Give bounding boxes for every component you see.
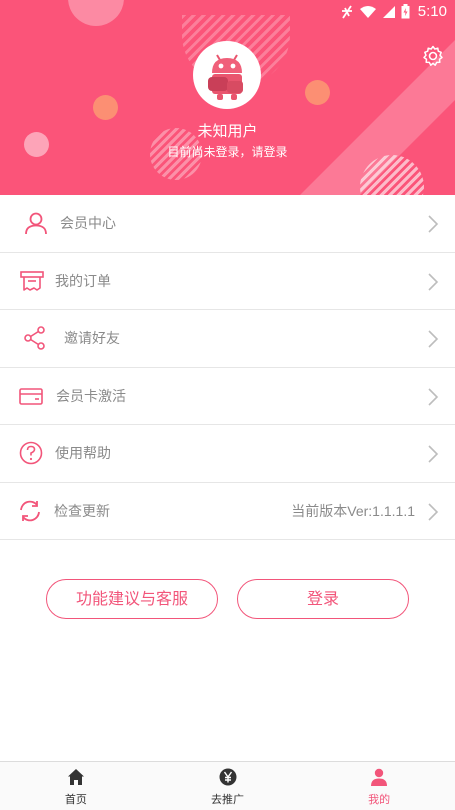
menu-item-invite-friends[interactable]: 邀请好友 xyxy=(0,310,455,368)
person-icon xyxy=(371,768,388,786)
chevron-right-icon xyxy=(428,272,439,291)
no-signal-icon xyxy=(341,5,352,18)
menu-label: 使用帮助 xyxy=(55,446,111,463)
battery-icon xyxy=(401,4,410,19)
nav-label: 我的 xyxy=(368,793,391,806)
menu-label: 会员中心 xyxy=(60,216,116,233)
yen-icon xyxy=(219,768,236,786)
help-icon xyxy=(19,441,43,465)
user-icon xyxy=(25,212,47,235)
menu-label: 检查更新 xyxy=(54,503,110,520)
nav-label: 首页 xyxy=(64,793,87,806)
menu-item-card-activation[interactable]: 会员卡激活 xyxy=(0,367,455,425)
nav-label: 去推广 xyxy=(211,793,244,806)
chevron-right-icon xyxy=(428,387,439,406)
status-bar: 5:10 xyxy=(0,0,455,25)
username: 未知用户 xyxy=(197,122,258,140)
chevron-right-icon xyxy=(428,215,439,233)
menu-item-my-orders[interactable]: 我的订单 xyxy=(0,252,455,310)
decor-circle xyxy=(93,95,118,120)
feedback-button[interactable]: 功能建议与客服 xyxy=(46,579,218,619)
menu-label: 会员卡激活 xyxy=(56,388,126,405)
chevron-right-icon xyxy=(428,330,439,348)
cell-signal-icon xyxy=(382,5,395,18)
status-time: 5:10 xyxy=(417,3,447,20)
profile-header: 5:10 未知用户 目前尚未登录，请登录 xyxy=(0,0,455,195)
tab-mine[interactable]: 我的 xyxy=(303,762,455,810)
receipt-icon xyxy=(20,270,44,291)
chevron-right-icon xyxy=(428,445,439,463)
profile-screen: 5:10 未知用户 目前尚未登录，请登录 会员中心 我的订单 邀请好友 会员卡激… xyxy=(0,0,455,810)
menu-label: 邀请好友 xyxy=(64,331,120,348)
menu-list: 会员中心 我的订单 邀请好友 会员卡激活 使用帮助 检查更新 当前版本Ver:1… xyxy=(0,195,455,540)
menu-label: 我的订单 xyxy=(55,273,111,290)
refresh-icon xyxy=(20,500,40,521)
menu-item-help[interactable]: 使用帮助 xyxy=(0,425,455,483)
tab-promote[interactable]: 去推广 xyxy=(152,762,304,810)
version-text: 当前版本Ver:1.1.1.1 xyxy=(291,502,415,519)
android-mascot-icon xyxy=(208,54,243,100)
avatar[interactable] xyxy=(193,41,261,109)
menu-item-member-center[interactable]: 会员中心 xyxy=(0,195,455,253)
chevron-right-icon xyxy=(428,502,439,521)
bottom-nav: 首页 去推广 我的 xyxy=(0,761,455,810)
share-icon xyxy=(24,326,45,351)
login-button[interactable]: 登录 xyxy=(237,579,409,619)
settings-gear-icon[interactable] xyxy=(421,44,445,68)
card-icon xyxy=(19,387,43,405)
home-icon xyxy=(67,769,84,785)
login-hint[interactable]: 目前尚未登录，请登录 xyxy=(0,143,455,160)
menu-item-check-update[interactable]: 检查更新 当前版本Ver:1.1.1.1 xyxy=(0,482,455,540)
tab-home[interactable]: 首页 xyxy=(0,762,152,810)
wifi-icon xyxy=(359,5,376,18)
